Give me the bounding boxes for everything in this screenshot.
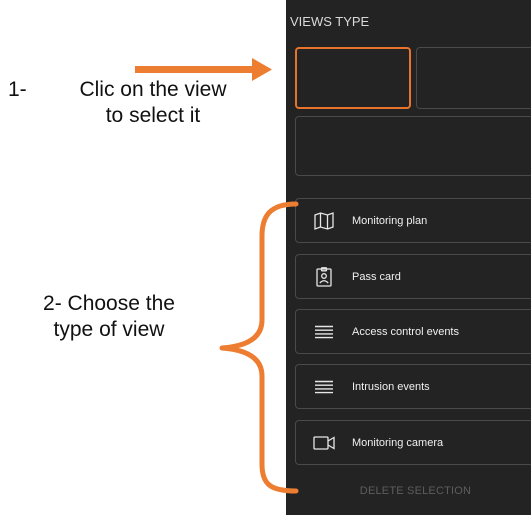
arrow-icon [135, 58, 272, 81]
annotation-overlay [135, 58, 299, 494]
curly-brace-icon [219, 201, 299, 494]
